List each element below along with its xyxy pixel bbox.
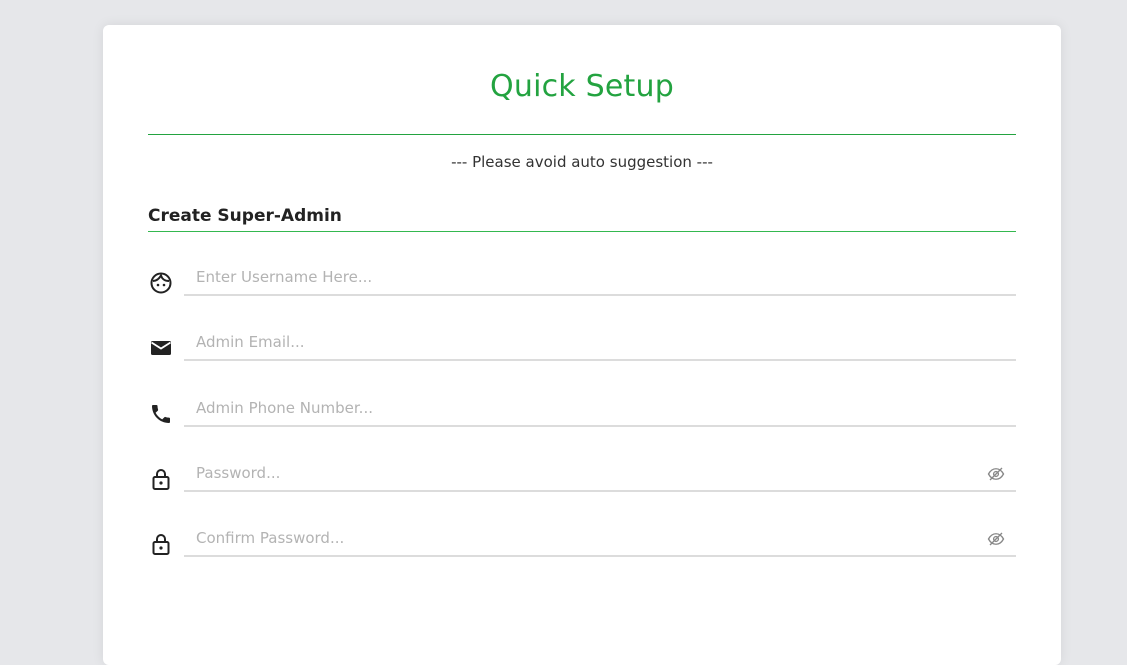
section-divider bbox=[148, 231, 1016, 232]
confirm-password-input[interactable] bbox=[184, 521, 1016, 557]
eye-off-icon[interactable] bbox=[986, 529, 1006, 549]
title-divider bbox=[148, 134, 1016, 135]
email-row bbox=[148, 325, 1016, 365]
face-icon bbox=[148, 270, 174, 296]
username-input[interactable] bbox=[184, 260, 1016, 296]
eye-off-icon[interactable] bbox=[986, 464, 1006, 484]
username-row bbox=[148, 260, 1016, 300]
setup-card: Quick Setup --- Please avoid auto sugges… bbox=[103, 25, 1061, 665]
password-input[interactable] bbox=[184, 456, 1016, 492]
password-row bbox=[148, 456, 1016, 496]
mail-icon bbox=[148, 335, 174, 361]
phone-input[interactable] bbox=[184, 391, 1016, 427]
phone-row bbox=[148, 391, 1016, 431]
lock-icon bbox=[148, 531, 174, 557]
page-title: Quick Setup bbox=[490, 69, 674, 104]
auto-suggestion-notice: --- Please avoid auto suggestion --- bbox=[451, 153, 713, 171]
lock-icon bbox=[148, 466, 174, 492]
phone-icon bbox=[148, 401, 174, 427]
email-input[interactable] bbox=[184, 325, 1016, 361]
section-title: Create Super-Admin bbox=[148, 206, 342, 226]
confirm-password-row bbox=[148, 521, 1016, 561]
